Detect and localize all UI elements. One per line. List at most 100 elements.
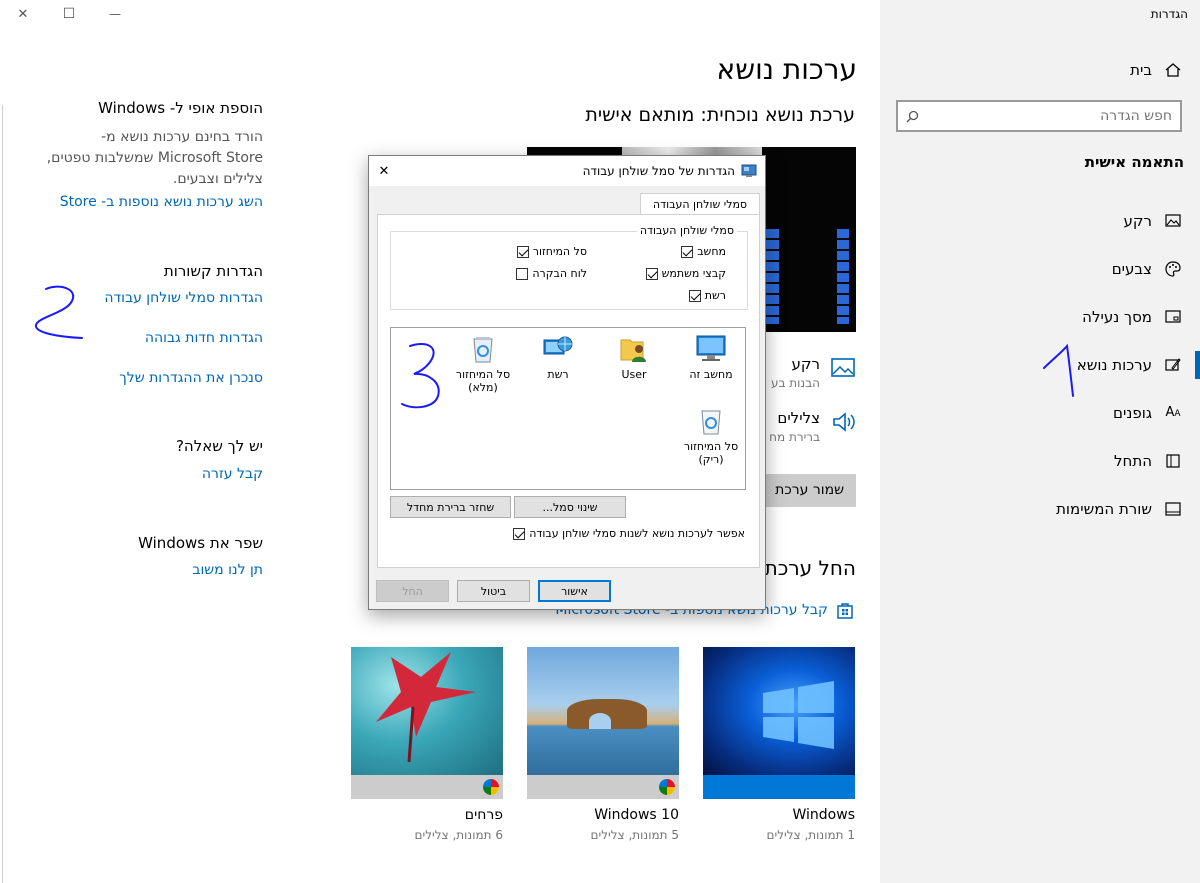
checkbox-box[interactable] [513, 527, 526, 540]
checkbox-box[interactable] [516, 267, 529, 280]
auto-color-icon [659, 779, 675, 795]
apply-button[interactable]: החל [376, 580, 449, 602]
dialog-close-button[interactable]: ✕ [373, 160, 395, 182]
maximize-window-button[interactable]: ☐ [46, 0, 92, 28]
annotation-1 [1043, 343, 1074, 397]
nav-item-lock-screen[interactable]: מסך נעילה [880, 297, 1200, 337]
restore-default-button[interactable]: שחזר ברירת מחדל [390, 496, 511, 518]
image-icon [1165, 214, 1181, 227]
checkbox-box[interactable] [688, 289, 701, 302]
theme-card-windows[interactable]: Windows 1 תמונות, צלילים [703, 647, 855, 842]
theme-color-bar [703, 775, 855, 799]
page-title: ערכות נושא [716, 53, 857, 86]
store-icon [837, 603, 853, 619]
taskbar-icon [1165, 502, 1181, 516]
sounds-label[interactable]: צלילים [777, 409, 820, 427]
change-icon-button[interactable]: שינוי סמל... [514, 496, 626, 518]
lock-screen-icon [1165, 310, 1181, 323]
theme-name: Windows [792, 807, 856, 823]
icon-user[interactable]: User [594, 334, 674, 381]
nav-item-taskbar[interactable]: שורת המשימות [880, 489, 1200, 529]
preview-panel [765, 229, 779, 324]
minimize-window-button[interactable]: — [92, 0, 138, 28]
background-label[interactable]: רקע [792, 355, 821, 373]
close-icon: ✕ [378, 163, 390, 179]
nav-item-background[interactable]: רקע [880, 201, 1200, 241]
checkbox-box[interactable] [516, 245, 529, 258]
speaker-icon [833, 412, 855, 432]
theme-sub: 1 תמונות, צלילים [766, 828, 855, 842]
group-title: סמלי שולחן העבודה [636, 224, 737, 237]
ok-button[interactable]: אישור [538, 580, 611, 602]
get-help-link[interactable]: קבל עזרה [202, 466, 263, 482]
minimize-icon: — [109, 7, 121, 21]
home-icon [1165, 63, 1181, 77]
nav-section-title: התאמה אישית [1084, 153, 1184, 171]
apply-theme-heading: החל ערכת [764, 556, 856, 580]
checkbox-recycle-bin[interactable]: סל המיחזור [516, 245, 587, 258]
theme-color-bar [351, 775, 503, 799]
dialog-titlebar: הגדרות של סמל שולחן עבודה ✕ [369, 156, 765, 186]
theme-thumbnail [527, 647, 679, 775]
cancel-button[interactable]: ביטול [457, 580, 530, 602]
question-title: יש לך שאלה? [175, 437, 263, 455]
icon-this-pc[interactable]: מחשב זה [671, 334, 751, 381]
theme-thumbnail [703, 647, 855, 775]
search-box[interactable] [896, 100, 1182, 132]
icon-network[interactable]: רשת [518, 334, 598, 381]
checkbox-network[interactable]: רשת [688, 289, 726, 302]
user-folder-icon [620, 339, 646, 362]
sync-settings-link[interactable]: סנכרן את ההגדרות שלך [119, 370, 263, 386]
nav-home[interactable]: בית [880, 50, 1200, 90]
window-title: הגדרות [1150, 7, 1188, 21]
related-settings-title: הגדרות קשורות [163, 262, 263, 280]
theme-card-windows-10[interactable]: Windows 10 5 תמונות, צלילים [527, 647, 679, 842]
get-more-themes-link[interactable]: השג ערכות נושא נוספות ב- Store [60, 194, 263, 210]
theme-name: פרחים [464, 807, 503, 823]
desktop-icon-settings-link[interactable]: הגדרות סמלי שולחן עבודה [104, 290, 263, 306]
checkbox-box[interactable] [681, 245, 694, 258]
annotation-2 [35, 285, 83, 339]
icon-recycle-full[interactable]: סל המיחזור (מלא) [443, 334, 523, 394]
background-sub: הבנות בע [770, 376, 820, 390]
checkbox-control-panel[interactable]: לוח הבקרה [516, 267, 587, 280]
maximize-icon: ☐ [62, 6, 76, 22]
search-input[interactable] [932, 106, 1172, 126]
tab-desktop-icons[interactable]: סמלי שולחן העבודה [640, 193, 760, 215]
high-contrast-link[interactable]: הגדרות חדות גבוהה [145, 330, 263, 346]
annotation-3 [401, 343, 440, 409]
close-icon: ✕ [17, 6, 29, 22]
improve-title: שפר את Windows [138, 534, 263, 552]
start-icon [1166, 454, 1180, 468]
theme-card-flowers[interactable]: פרחים 6 תמונות, צלילים [351, 647, 503, 842]
theme-name: Windows 10 [594, 807, 679, 823]
flower-thumbnail [376, 652, 476, 763]
checkbox-computer[interactable]: מחשב [681, 245, 726, 258]
theme-thumbnail [351, 647, 503, 775]
fonts-icon: AA [1165, 405, 1181, 420]
checkbox-user-files[interactable]: קבצי משתמש [645, 267, 726, 280]
preview-panel [837, 229, 849, 324]
dialog-title: הגדרות של סמל שולחן עבודה [582, 164, 735, 178]
selected-indicator [1195, 351, 1200, 379]
unique-text: הורד בחינם ערכות נושא מ- Microsoft Store… [46, 129, 263, 187]
recycle-bin-full-icon [473, 337, 493, 363]
nav-item-start[interactable]: התחל [880, 441, 1200, 481]
rock-arch-gap [589, 713, 611, 729]
windows-logo-thumbnail [763, 681, 834, 749]
allow-themes-checkbox[interactable]: אפשר לערכות נושא לשנות סמלי שולחן עבודה [513, 527, 745, 540]
search-icon [906, 110, 919, 123]
image-icon [831, 358, 855, 377]
recycle-bin-empty-icon [701, 410, 721, 435]
theme-color-bar [527, 775, 679, 799]
auto-color-icon [483, 779, 499, 795]
feedback-link[interactable]: תן לנו משוב [192, 562, 263, 578]
unique-title: הוספת אופי ל- Windows [98, 99, 263, 117]
computer-icon [696, 335, 726, 361]
nav-item-colors[interactable]: צבעים [880, 249, 1200, 289]
theme-sub: 5 תמונות, צלילים [590, 828, 679, 842]
navigation-pane: הגדרות בית התאמה אישית רקע צבעים מסך נעי… [880, 0, 1200, 883]
icon-recycle-empty[interactable]: סל המיחזור (ריק) [671, 406, 751, 466]
close-window-button[interactable]: ✕ [0, 0, 46, 28]
checkbox-box[interactable] [645, 267, 658, 280]
